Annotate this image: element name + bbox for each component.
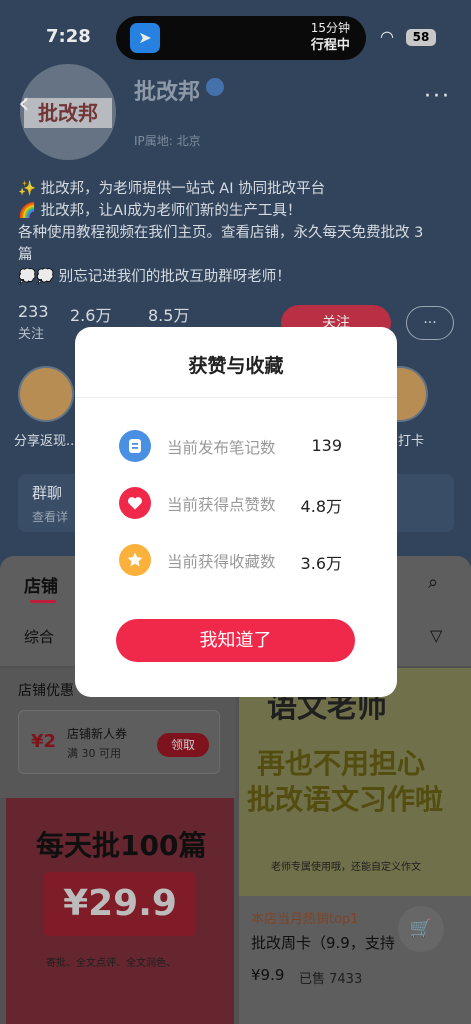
note-icon <box>119 430 151 462</box>
stat-value: 3.6万 <box>300 554 342 573</box>
stat-row-likes: 当前获得点赞数 4.8万 <box>75 483 397 523</box>
heart-icon <box>119 487 151 519</box>
stat-value: 4.8万 <box>300 497 342 516</box>
stat-label: 当前获得收藏数 <box>167 553 276 571</box>
stat-label: 当前发布笔记数 <box>167 439 276 457</box>
star-icon <box>119 544 151 576</box>
stat-row-collections: 当前获得收藏数 3.6万 <box>75 540 397 580</box>
stat-row-notes: 当前发布笔记数 139 <box>75 426 397 466</box>
stat-label: 当前获得点赞数 <box>167 496 276 514</box>
stat-value: 139 <box>311 436 342 455</box>
dialog-divider <box>75 397 397 398</box>
got-it-button[interactable]: 我知道了 <box>116 619 355 662</box>
dialog-title: 获赞与收藏 <box>188 355 284 377</box>
likes-collections-dialog: 获赞与收藏 当前发布笔记数 139 当前获得点赞数 4.8万 当前获得收藏数 3… <box>75 327 397 697</box>
